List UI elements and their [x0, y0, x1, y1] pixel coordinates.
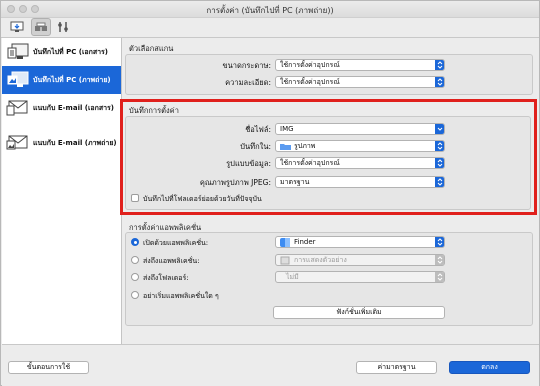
sidebar-item-label: แนบกับ E-mail (เอกสาร) — [33, 104, 114, 112]
email-document-icon — [6, 98, 30, 118]
chevron-updown-icon — [435, 177, 444, 187]
send-to-folder-value: ไม่มี — [286, 273, 299, 281]
resolution-label: ความละเอียด: — [225, 78, 271, 87]
send-to-folder-select[interactable]: ไม่มี — [275, 271, 445, 283]
ok-button[interactable]: ตกลง — [449, 361, 530, 374]
radio-open-with-app[interactable] — [131, 238, 139, 246]
sidebar-item-label: บันทึกไปที่ PC (ภาพถ่าย) — [33, 76, 111, 84]
subfolder-checkbox-label: บันทึกไปที่โฟลเดอร์ย่อยด้วยวันที่ปัจจุบั… — [143, 195, 262, 203]
resolution-value: ใช้การตั้งค่าอุปกรณ์ — [280, 78, 340, 86]
send-to-folder-label: ส่งถึงโฟลเดอร์: — [143, 274, 189, 282]
file-name-value: IMG — [280, 125, 294, 133]
open-with-app-label: เปิดด้วยแอพพลิเคชั่น: — [143, 239, 209, 247]
send-to-app-select[interactable]: การแสดงตัวอย่าง — [275, 254, 445, 266]
tab-tools-icon[interactable] — [53, 18, 73, 36]
subfolder-checkbox[interactable] — [131, 194, 139, 202]
open-with-app-value: Finder — [294, 238, 316, 246]
chevron-updown-icon — [435, 255, 444, 265]
sidebar-item-label: บันทึกไปที่ PC (เอกสาร) — [33, 48, 108, 56]
window-title: การตั้งค่า (บันทึกไปที่ PC (ภาพถ่าย)) — [206, 6, 334, 15]
radio-send-to-app[interactable] — [131, 256, 139, 264]
chevron-down-icon — [435, 124, 444, 134]
data-format-select[interactable]: ใช้การตั้งค่าอุปกรณ์ — [275, 157, 445, 169]
chevron-updown-icon — [435, 77, 444, 87]
more-functions-button[interactable]: ฟังก์ชั่นเพิ่มเติม — [273, 306, 445, 319]
sidebar: บันทึกไปที่ PC (เอกสาร) บันทึกไปที่ PC (… — [2, 38, 122, 344]
do-not-start-app-label: อย่าเริ่มแอพพลิเคชั่นใด ๆ — [143, 292, 219, 300]
preview-icon — [280, 256, 290, 265]
send-to-app-value: การแสดงตัวอย่าง — [294, 256, 347, 264]
file-name-label: ชื่อไฟล์: — [245, 125, 271, 134]
sidebar-item-save-photo[interactable]: บันทึกไปที่ PC (ภาพถ่าย) — [2, 66, 121, 94]
paper-size-select[interactable]: ใช้การตั้งค่าอุปกรณ์ — [275, 59, 445, 71]
save-in-label: บันทึกใน: — [240, 142, 271, 151]
file-name-combo[interactable]: IMG — [275, 123, 445, 135]
chevron-updown-icon — [435, 237, 444, 247]
title-bar: การตั้งค่า (บันทึกไปที่ PC (ภาพถ่าย)) — [1, 1, 539, 18]
jpeg-quality-value: มาตรฐาน — [280, 178, 310, 186]
radio-do-not-start-app[interactable] — [131, 291, 139, 299]
folder-icon — [280, 143, 291, 151]
resolution-select[interactable]: ใช้การตั้งค่าอุปกรณ์ — [275, 76, 445, 88]
toolbar — [1, 17, 539, 38]
chevron-updown-icon — [435, 272, 444, 282]
save-in-value: รูปภาพ — [294, 142, 316, 150]
chevron-updown-icon — [435, 158, 444, 168]
jpeg-quality-label: คุณภาพรูปภาพ JPEG: — [199, 178, 271, 187]
chevron-updown-icon — [435, 60, 444, 70]
paper-size-value: ใช้การตั้งค่าอุปกรณ์ — [280, 61, 340, 69]
data-format-label: รูปแบบข้อมูล: — [226, 159, 271, 168]
sidebar-item-save-document[interactable]: บันทึกไปที่ PC (เอกสาร) — [2, 38, 121, 66]
scan-to-pc-icon[interactable] — [7, 18, 27, 36]
email-photo-icon — [6, 133, 30, 153]
save-document-icon — [6, 42, 30, 62]
jpeg-quality-select[interactable]: มาตรฐาน — [275, 176, 445, 188]
paper-size-label: ขนาดกระดาษ: — [222, 61, 272, 70]
chevron-updown-icon — [435, 141, 444, 151]
open-with-app-select[interactable]: Finder — [275, 236, 445, 248]
sidebar-item-email-document[interactable]: แนบกับ E-mail (เอกสาร) — [2, 94, 121, 122]
data-format-value: ใช้การตั้งค่าอุปกรณ์ — [280, 159, 340, 167]
finder-icon — [280, 238, 290, 247]
settings-window: การตั้งค่า (บันทึกไปที่ PC (ภาพถ่าย)) บั… — [0, 0, 540, 386]
tab-scanner-icon[interactable] — [31, 18, 51, 36]
sidebar-item-label: แนบกับ E-mail (ภาพถ่าย) — [33, 139, 117, 147]
save-photo-icon — [6, 70, 30, 90]
sidebar-item-email-photo[interactable]: แนบกับ E-mail (ภาพถ่าย) — [2, 129, 121, 157]
instructions-button[interactable]: ขั้นตอนการใช้ — [8, 361, 89, 374]
defaults-button[interactable]: ค่ามาตรฐาน — [356, 361, 437, 374]
save-in-select[interactable]: รูปภาพ — [275, 140, 445, 152]
radio-send-to-folder[interactable] — [131, 273, 139, 281]
send-to-app-label: ส่งถึงแอพพลิเคชั่น: — [143, 257, 200, 265]
